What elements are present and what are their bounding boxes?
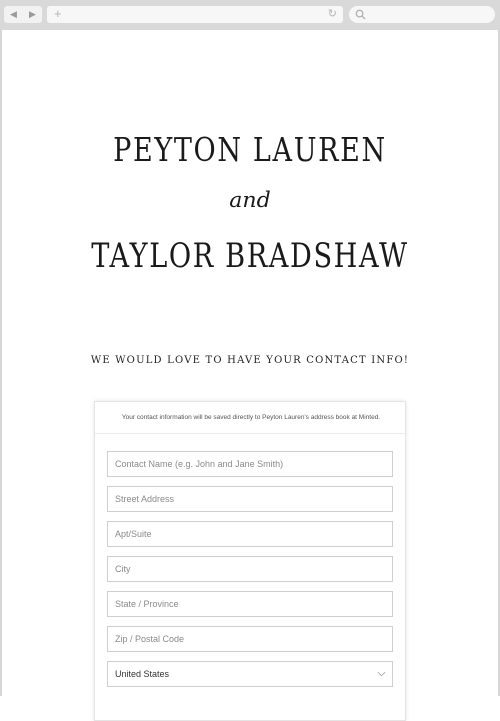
chevron-down-icon <box>377 671 386 677</box>
contact-name-input[interactable] <box>108 452 392 476</box>
contact-form: Your contact information will be saved d… <box>94 401 407 721</box>
partner-one-name: PEYTON LAUREN <box>113 130 387 169</box>
apt-suite-input[interactable] <box>108 522 392 546</box>
browser-toolbar: ◀ ▶ + ↻ <box>0 0 500 30</box>
zip-postal-input[interactable] <box>108 627 392 651</box>
city-field <box>107 556 393 582</box>
address-bar[interactable]: + ↻ <box>47 6 343 23</box>
zip-postal-field <box>107 626 393 652</box>
form-note: Your contact information will be saved d… <box>95 402 407 434</box>
browser-search-bar[interactable] <box>349 6 495 23</box>
apt-suite-field <box>107 521 393 547</box>
state-province-field <box>107 591 393 617</box>
nav-buttons: ◀ ▶ <box>4 6 42 23</box>
street-address-input[interactable] <box>108 487 392 511</box>
state-province-input[interactable] <box>108 592 392 616</box>
country-select-value: United States <box>115 669 170 679</box>
country-select[interactable]: United States <box>107 661 393 687</box>
city-input[interactable] <box>108 557 392 581</box>
partner-two-name: TAYLOR BRADSHAW <box>91 236 409 276</box>
forward-icon[interactable]: ▶ <box>29 10 36 19</box>
new-tab-icon[interactable]: + <box>54 7 62 21</box>
contact-info-heading: WE WOULD LOVE TO HAVE YOUR CONTACT INFO! <box>90 355 410 366</box>
contact-name-field <box>107 451 393 477</box>
street-address-field <box>107 486 393 512</box>
back-icon[interactable]: ◀ <box>10 10 17 19</box>
search-icon <box>355 9 366 20</box>
conjunction-text: and <box>229 188 271 212</box>
reload-icon[interactable]: ↻ <box>328 8 337 21</box>
